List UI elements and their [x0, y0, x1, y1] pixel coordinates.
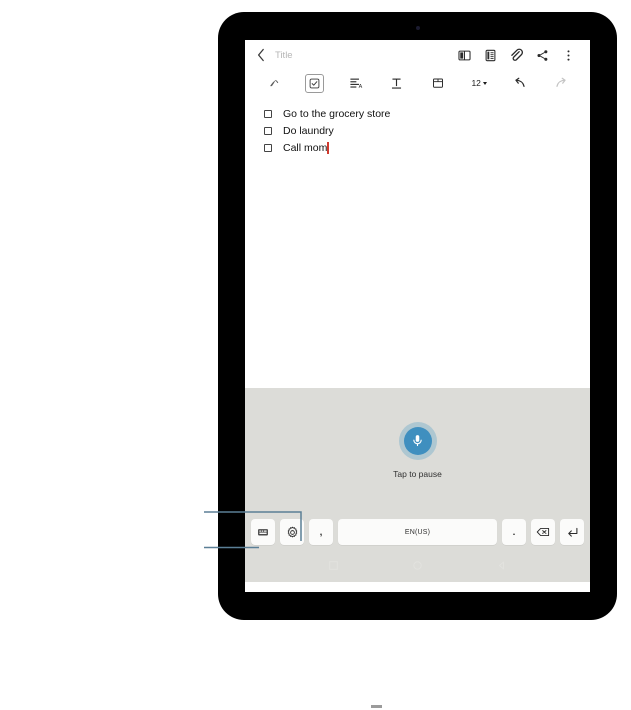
- settings-key[interactable]: [280, 519, 304, 545]
- checkbox-icon[interactable]: [264, 126, 272, 135]
- mic-status-label: Tap to pause: [393, 468, 442, 479]
- checkbox-icon[interactable]: [264, 109, 272, 118]
- space-key-label: EN(US): [404, 528, 431, 536]
- list-item-label: Go to the grocery store: [283, 107, 391, 120]
- comma-key-label: ,: [319, 527, 323, 537]
- front-camera-icon: [415, 26, 420, 30]
- more-options-icon[interactable]: [555, 42, 581, 68]
- back-button[interactable]: [496, 558, 507, 576]
- bottom-page-mark: [371, 705, 382, 708]
- list-item[interactable]: Call mom: [245, 139, 590, 156]
- period-key-label: .: [512, 527, 516, 537]
- list-item[interactable]: Go to the grocery store: [245, 105, 590, 122]
- comma-key[interactable]: ,: [309, 519, 333, 545]
- app-header: [245, 40, 590, 70]
- text-cursor: [327, 141, 329, 154]
- attachment-icon[interactable]: [503, 42, 529, 68]
- home-button[interactable]: [412, 558, 423, 576]
- recents-button[interactable]: [328, 558, 339, 576]
- text-style-icon[interactable]: [376, 72, 417, 94]
- checklist-icon[interactable]: [294, 72, 335, 94]
- note-title-input[interactable]: [267, 45, 451, 65]
- undo-button[interactable]: [500, 72, 541, 94]
- header-actions: [451, 42, 581, 68]
- list-item[interactable]: Do laundry: [245, 122, 590, 139]
- chevron-down-icon: [482, 81, 487, 85]
- microphone-icon: [403, 426, 432, 455]
- note-body[interactable]: Go to the grocery store Do laundry Call …: [245, 96, 590, 388]
- pen-icon[interactable]: [253, 72, 294, 94]
- page-list-icon[interactable]: [477, 42, 503, 68]
- list-item-label: Call mom: [283, 141, 328, 154]
- list-item-label: Do laundry: [283, 124, 334, 137]
- table-icon[interactable]: [418, 72, 459, 94]
- space-key[interactable]: EN(US): [338, 519, 497, 545]
- microphone-button[interactable]: [398, 421, 437, 460]
- share-icon[interactable]: [529, 42, 555, 68]
- split-view-icon[interactable]: [451, 42, 477, 68]
- svg-text:A: A: [358, 84, 362, 90]
- voice-input-panel: Tap to pause: [245, 388, 590, 512]
- tablet-screen: A 12: [245, 40, 590, 592]
- paragraph-style-icon[interactable]: A: [335, 72, 376, 94]
- font-size-value: 12: [471, 78, 481, 88]
- keyboard-switch-key[interactable]: [251, 519, 275, 545]
- checkbox-icon[interactable]: [264, 143, 272, 152]
- enter-key[interactable]: [560, 519, 584, 545]
- redo-button[interactable]: [541, 72, 582, 94]
- keyboard-toolbar: , EN(US) .: [245, 512, 590, 552]
- font-size-selector[interactable]: 12: [459, 72, 500, 94]
- backspace-key[interactable]: [531, 519, 555, 545]
- tablet-device-frame: A 12: [218, 12, 617, 620]
- back-chevron-icon[interactable]: [255, 47, 267, 63]
- android-navigation-bar: [245, 552, 590, 582]
- period-key[interactable]: .: [502, 519, 526, 545]
- format-toolbar: A 12: [245, 70, 590, 96]
